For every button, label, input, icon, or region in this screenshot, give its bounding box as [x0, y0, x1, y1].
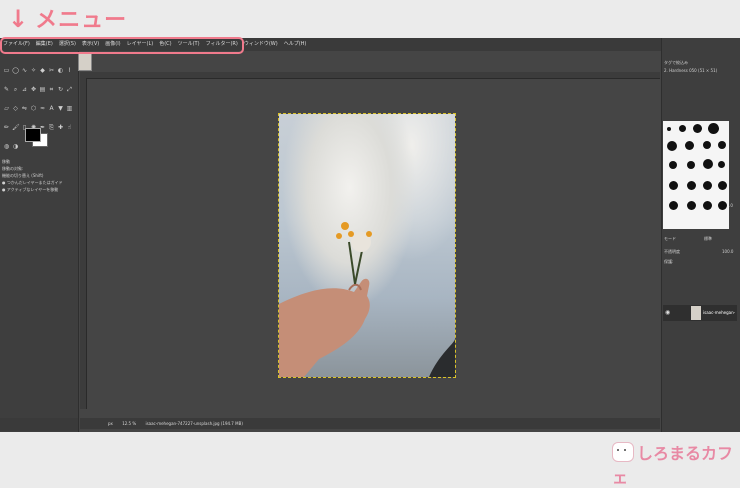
brush-filter-label[interactable]: タグで絞込み	[664, 60, 688, 66]
toolbox-panel: ▭◯∿✧◆✂◐⌇ ✎⌕⊿✥▤⌗↻⤢ ▱◇⇋⬡≈A▼▥ ✏🖌▯✺✒⎘✚☝ ◍◑ 移…	[0, 51, 79, 432]
fuzzy-select-icon[interactable]: ✧	[30, 67, 37, 74]
toggle-label: 機能の切り替え (Shift)	[2, 173, 44, 178]
brush-swatch[interactable]	[718, 161, 725, 168]
menu-annotation: ↓ メニュー	[8, 2, 127, 34]
mode-value[interactable]: 標準	[704, 236, 712, 242]
rect-select-icon[interactable]: ▭	[3, 67, 10, 74]
opacity-label: 不透明度	[664, 249, 680, 254]
cat-face-icon	[612, 442, 634, 462]
statusbar: px 12.5 % isaac-mehegan-747227-unsplash.…	[80, 418, 660, 429]
lock-label: 保護:	[664, 259, 674, 264]
opacity-value[interactable]: 100.0	[722, 249, 733, 254]
move-option-active-label: アクティブなレイヤーを移動	[6, 187, 59, 192]
color-select-icon[interactable]: ◆	[39, 67, 46, 74]
gimp-window: ファイル(F) 編集(E) 選択(S) 表示(V) 画像(I) レイヤー(L) 色(C) ツー…	[0, 38, 740, 432]
lasso-icon[interactable]: ∿	[21, 67, 28, 74]
measure-icon[interactable]: ⊿	[21, 86, 28, 93]
scissors-icon[interactable]: ✂	[48, 67, 55, 74]
clone-icon[interactable]: ⎘	[48, 124, 55, 131]
brush-icon[interactable]: 🖌	[12, 124, 20, 131]
brush-grid[interactable]	[663, 121, 729, 229]
text-icon[interactable]: A	[48, 105, 55, 112]
brush-swatch[interactable]	[687, 181, 696, 190]
annotation-label: メニュー	[35, 8, 128, 33]
layer-row[interactable]: ◉ isaac-mehegan-	[663, 305, 737, 321]
site-logo: しろまるカフェ	[612, 440, 740, 487]
cage-icon[interactable]: ⬡	[30, 105, 37, 112]
paths-icon[interactable]: ⌇	[66, 67, 73, 74]
scale-icon[interactable]: ⤢	[66, 86, 73, 93]
menu-highlight-box	[0, 37, 244, 54]
brush-swatch[interactable]	[667, 141, 677, 151]
canvas-image[interactable]	[278, 113, 456, 378]
color-picker-icon[interactable]: ✎	[3, 86, 10, 93]
rotate-icon[interactable]: ↻	[57, 86, 64, 93]
flip-icon[interactable]: ⇋	[21, 105, 28, 112]
brush-swatch[interactable]	[703, 141, 711, 149]
down-arrow-icon: ↓	[8, 5, 30, 33]
foreground-select-icon[interactable]: ◐	[57, 67, 64, 74]
move-target-label: 移動の対象:	[2, 166, 24, 171]
tool-options-title: 移動	[2, 159, 10, 164]
pencil-icon[interactable]: ✏	[3, 124, 10, 131]
brush-swatch[interactable]	[669, 181, 678, 190]
brush-swatch[interactable]	[667, 127, 671, 131]
flower-hand-image	[279, 222, 455, 377]
eye-icon[interactable]: ◉	[665, 309, 670, 316]
brush-swatch[interactable]	[687, 201, 696, 210]
ellipse-select-icon[interactable]: ◯	[12, 67, 19, 74]
shear-icon[interactable]: ▱	[3, 105, 10, 112]
vertical-ruler	[80, 78, 87, 409]
bucket-icon[interactable]: ▼	[57, 105, 64, 112]
brush-swatch[interactable]	[685, 141, 694, 150]
brush-swatch[interactable]	[703, 201, 712, 210]
layer-name[interactable]: isaac-mehegan-	[703, 310, 735, 315]
brush-swatch[interactable]	[703, 159, 713, 169]
foreground-color-swatch[interactable]	[25, 128, 41, 142]
brush-swatch[interactable]	[669, 161, 677, 169]
toolbox-bottom-bar	[0, 418, 78, 431]
brush-swatch[interactable]	[703, 181, 712, 190]
brush-swatch[interactable]	[687, 161, 695, 169]
menu-help[interactable]: ヘルプ(H)	[281, 38, 310, 51]
gradient-icon[interactable]: ▥	[66, 105, 73, 112]
horizontal-ruler	[80, 72, 660, 79]
zoom-icon[interactable]: ⌕	[12, 86, 19, 93]
perspective-icon[interactable]: ◇	[12, 105, 19, 112]
move-option-active[interactable]: ● アクティブなレイヤーを移動	[2, 187, 58, 193]
brush-swatch[interactable]	[718, 141, 726, 149]
brush-swatch[interactable]	[718, 181, 727, 190]
brush-swatch[interactable]	[718, 201, 727, 210]
zoom-selector[interactable]: 12.5 %	[122, 421, 136, 426]
warp-icon[interactable]: ≈	[39, 105, 46, 112]
brush-name: 2. Hardness 050 (51 × 51)	[664, 68, 718, 73]
layer-thumbnail	[691, 306, 701, 320]
docks-panel: タグで絞込み 2. Hardness 050 (51 × 51) Basic, …	[661, 38, 740, 432]
dodge-icon[interactable]: ◑	[12, 143, 19, 150]
smudge-icon[interactable]: ☝	[66, 124, 73, 131]
brush-swatch[interactable]	[693, 124, 702, 133]
blur-icon[interactable]: ◍	[3, 143, 10, 150]
unit-selector[interactable]: px	[108, 421, 113, 426]
menu-windows[interactable]: ウィンドウ(W)	[241, 38, 281, 51]
move-option-pick[interactable]: ● つかんだレイヤーまたはガイド	[2, 180, 63, 186]
heal-icon[interactable]: ✚	[57, 124, 64, 131]
move-icon[interactable]: ✥	[30, 86, 37, 93]
brush-swatch[interactable]	[708, 123, 719, 134]
brush-swatch[interactable]	[679, 125, 686, 132]
crop-icon[interactable]: ⌗	[48, 86, 55, 93]
mode-label: モード	[664, 236, 676, 241]
status-file: isaac-mehegan-747227-unsplash.jpg (194.7…	[145, 421, 243, 426]
align-icon[interactable]: ▤	[39, 86, 46, 93]
move-option-pick-label: つかんだレイヤーまたはガイド	[6, 180, 63, 185]
brush-swatch[interactable]	[669, 201, 678, 210]
image-tab-thumbnail[interactable]	[78, 52, 92, 71]
